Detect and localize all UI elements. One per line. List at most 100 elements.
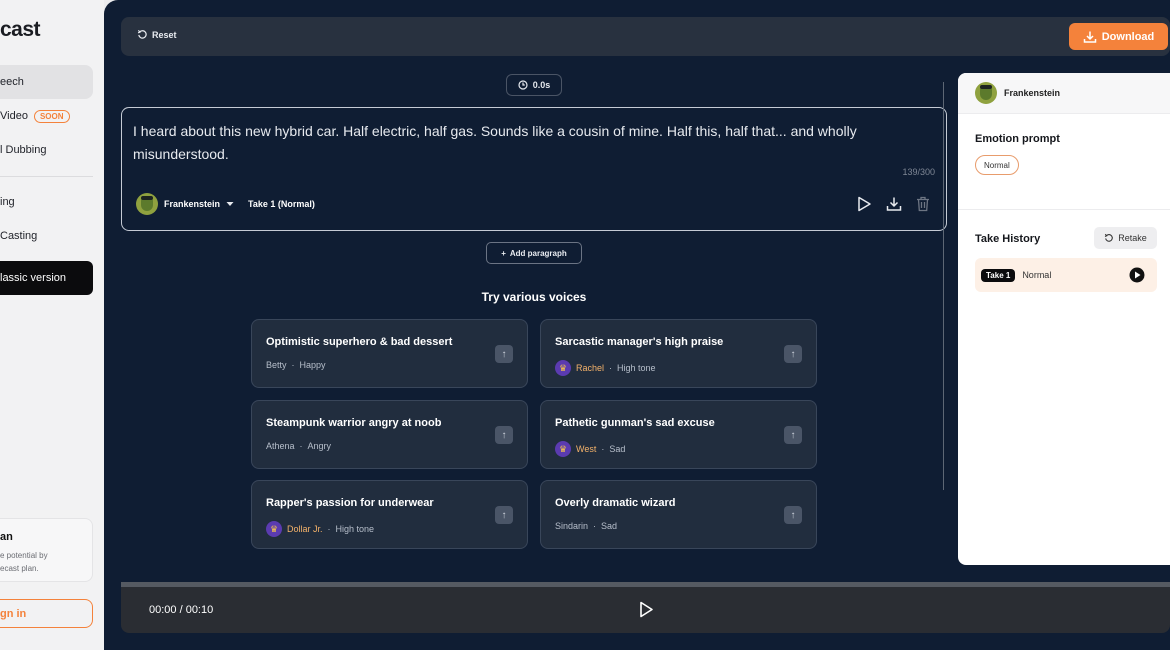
voice-sample-meta: ♛ Rachel · High tone [555, 360, 656, 376]
voice-sample-meta: Sindarin · Sad [555, 521, 617, 531]
classic-version-button[interactable]: lassic version [0, 261, 93, 295]
voice-sample-card[interactable]: Overly dramatic wizard Sindarin · Sad ↑ [540, 480, 817, 549]
emotion-chip[interactable]: Normal [975, 155, 1019, 175]
voice-sample-card[interactable]: Pathetic gunman's sad excuse ♛ West · Sad ↑ [540, 400, 817, 469]
character-count: 139/300 [902, 167, 935, 177]
play-icon[interactable] [857, 196, 872, 212]
arrow-up-icon: ↑ [501, 509, 507, 521]
speaker-name: Sindarin [555, 521, 589, 531]
nav-item-video[interactable]: Video SOON [0, 99, 93, 133]
voice-settings-panel: Frankenstein Emotion prompt Normal Take … [958, 73, 1170, 565]
voice-sample-title: Steampunk warrior angry at noob [266, 417, 442, 429]
duration-indicator[interactable]: 0.0s [506, 74, 562, 96]
retake-icon [1105, 233, 1114, 242]
apply-sample-button[interactable]: ↑ [784, 426, 802, 444]
add-paragraph-label: Add paragraph [509, 248, 567, 258]
arrow-up-icon: ↑ [790, 509, 796, 521]
arrow-up-icon: ↑ [790, 348, 796, 360]
reset-button[interactable]: Reset [137, 29, 177, 40]
voice-sample-meta: ♛ Dollar Jr. · High tone [266, 521, 374, 537]
sign-in-button[interactable]: gn in [0, 599, 93, 628]
nav-item-speech[interactable]: eech [0, 65, 93, 99]
sidebar: cast eech Video SOON l Dubbing ing Castin… [0, 0, 104, 650]
nav-item-label: Casting [0, 230, 38, 242]
apply-sample-button[interactable]: ↑ [784, 345, 802, 363]
take-selector[interactable]: Take 1 (Normal) [248, 199, 315, 209]
nav-item-label: lassic version [0, 272, 67, 284]
duration-value: 0.0s [532, 80, 551, 90]
audio-player: 00:00 / 00:10 [121, 582, 1170, 633]
voice-sample-card[interactable]: Sarcastic manager's high praise ♛ Rachel ·… [540, 319, 817, 388]
plan-description: e potential by ecast plan. [0, 549, 92, 575]
nav-item-casting[interactable]: Casting [0, 219, 93, 253]
reset-icon [137, 29, 147, 39]
separator: · [609, 363, 613, 373]
plus-icon: + [501, 248, 506, 258]
script-editor[interactable]: I heard about this new hybrid car. Half … [121, 107, 947, 231]
voice-selector[interactable]: Frankenstein [136, 193, 234, 215]
top-toolbar: Reset Download [121, 17, 1170, 56]
retake-label: Retake [1118, 233, 1147, 243]
play-icon[interactable] [1129, 267, 1145, 283]
script-text[interactable]: I heard about this new hybrid car. Half … [133, 120, 933, 165]
speaker-name: Dollar Jr. [287, 524, 323, 534]
nav-item-label: ing [0, 196, 15, 208]
panel-divider [958, 209, 1170, 210]
emotion-label: Sad [601, 521, 618, 531]
nav-item-label: eech [0, 76, 24, 88]
scrollbar[interactable] [943, 82, 944, 490]
nav-item-pricing[interactable]: ing [0, 185, 93, 219]
plan-promo[interactable]: an e potential by ecast plan. [0, 518, 93, 582]
apply-sample-button[interactable]: ↑ [784, 506, 802, 524]
speaker-name: West [576, 444, 597, 454]
play-icon[interactable] [639, 601, 654, 618]
crown-icon: ♛ [266, 521, 282, 537]
emotion-label: High tone [335, 524, 375, 534]
voice-sample-title: Optimistic superhero & bad dessert [266, 336, 453, 348]
take-history-item[interactable]: Take 1 Normal [975, 258, 1157, 292]
emotion-label: Sad [609, 444, 626, 454]
apply-sample-button[interactable]: ↑ [495, 506, 513, 524]
arrow-up-icon: ↑ [790, 429, 796, 441]
emotion-prompt-label: Emotion prompt [975, 133, 1060, 145]
add-paragraph-button[interactable]: + Add paragraph [486, 242, 582, 264]
voice-sample-card[interactable]: Steampunk warrior angry at noob Athena · A… [251, 400, 528, 469]
emotion-label: Angry [307, 441, 332, 451]
voice-sample-card[interactable]: Optimistic superhero & bad dessert Betty… [251, 319, 528, 388]
separator: · [593, 521, 597, 531]
voice-sample-card[interactable]: Rapper's passion for underwear ♛ Dollar J… [251, 480, 528, 549]
panel-voice-header[interactable]: Frankenstein [958, 73, 1170, 114]
take-badge: Take 1 [981, 268, 1016, 282]
playback-progress-bar[interactable] [121, 582, 1170, 587]
voice-avatar [136, 193, 158, 215]
apply-sample-button[interactable]: ↑ [495, 426, 513, 444]
take-emotion: Normal [1022, 270, 1052, 280]
arrow-up-icon: ↑ [501, 348, 507, 360]
download-icon[interactable] [886, 196, 902, 212]
reset-label: Reset [152, 29, 177, 40]
voice-avatar [975, 82, 997, 104]
paragraph-actions [857, 196, 930, 212]
download-icon [1083, 31, 1096, 43]
voice-sample-title: Rapper's passion for underwear [266, 497, 434, 509]
emotion-label: Happy [299, 360, 326, 370]
retake-button[interactable]: Retake [1094, 227, 1157, 249]
panel-voice-name: Frankenstein [1004, 88, 1061, 98]
voice-sample-meta: ♛ West · Sad [555, 441, 625, 457]
try-voices-heading: Try various voices [481, 290, 587, 304]
trash-icon[interactable] [916, 196, 930, 212]
nav-item-dubbing[interactable]: l Dubbing [0, 133, 93, 167]
separator: · [601, 444, 605, 454]
speaker-name: Athena [266, 441, 295, 451]
download-button[interactable]: Download [1069, 23, 1168, 50]
separator: · [291, 360, 295, 370]
voice-sample-title: Overly dramatic wizard [555, 497, 676, 509]
arrow-up-icon: ↑ [501, 429, 507, 441]
voice-sample-title: Pathetic gunman's sad excuse [555, 417, 715, 429]
plan-title: an [0, 531, 13, 543]
timer-icon [518, 80, 528, 90]
nav-item-label: l Dubbing [0, 144, 47, 156]
apply-sample-button[interactable]: ↑ [495, 345, 513, 363]
take-history-label: Take History [975, 233, 1041, 245]
crown-icon: ♛ [555, 360, 571, 376]
